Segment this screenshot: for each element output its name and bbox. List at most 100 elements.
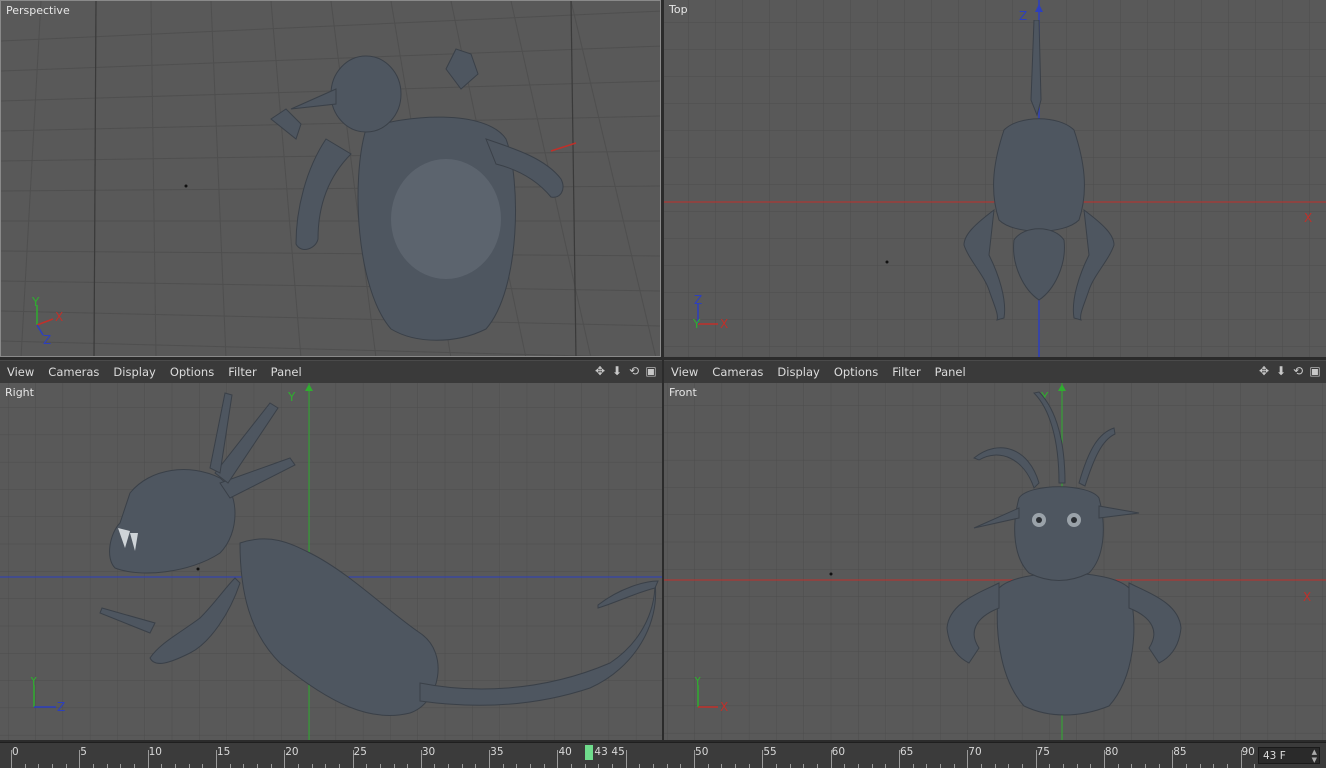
timeline-tick-mark xyxy=(420,750,422,768)
timeline-tick-mark xyxy=(1008,764,1010,768)
down-arrow-icon[interactable]: ⬇ xyxy=(1274,364,1288,378)
menubar-front-view: View Cameras Display Options Filter Pane… xyxy=(664,360,1326,384)
timeline-tick-mark xyxy=(38,764,40,768)
menu-cameras[interactable]: Cameras xyxy=(705,361,770,383)
timeline-tick-label: 15 xyxy=(216,746,231,758)
timeline-tick-mark xyxy=(352,750,354,768)
down-arrow-icon[interactable]: ⬇ xyxy=(610,364,624,378)
timeline-tick-label: 20 xyxy=(285,746,299,758)
timeline[interactable]: 0 5 10 15 20 25 30 35 40 50 55 60 65 70 75 80 85 90 45 43 … xyxy=(0,742,1326,768)
viewport-right[interactable]: Y Y Z Right xyxy=(0,383,662,740)
viewport-perspective[interactable]: Y X Z Perspective xyxy=(0,0,661,357)
spinner-icon[interactable]: ▲ ▼ xyxy=(1312,748,1317,764)
timeline-tick-mark xyxy=(11,750,12,768)
current-frame-value: 43 F xyxy=(1263,750,1286,762)
maximize-icon[interactable]: ▣ xyxy=(1308,364,1322,378)
timeline-tick-mark xyxy=(434,764,436,768)
move-icon[interactable]: ✥ xyxy=(593,364,607,378)
timeline-tick-mark xyxy=(857,764,859,768)
viewport-top[interactable]: Z X Z Y X Top xyxy=(664,0,1326,357)
timeline-tick-mark xyxy=(762,750,764,768)
timeline-tick-label: 10 xyxy=(148,746,162,758)
timeline-tick-mark xyxy=(448,764,450,768)
timeline-tick-mark xyxy=(284,750,286,768)
timeline-tick-label: 70 xyxy=(968,746,982,758)
timeline-tick-label: 65 xyxy=(899,746,914,758)
gizmo-label: Z xyxy=(57,700,65,714)
timeline-tick-mark xyxy=(1199,764,1201,768)
menu-options[interactable]: Options xyxy=(163,361,221,383)
timeline-tick-mark xyxy=(1049,764,1051,768)
timeline-tick-label: 45 xyxy=(611,746,625,758)
timeline-tick-label: 5 xyxy=(80,746,87,758)
timeline-tick-mark xyxy=(475,764,477,768)
menu-filter[interactable]: Filter xyxy=(221,361,263,383)
timeline-tick-mark xyxy=(707,764,709,768)
rotate-icon[interactable]: ⟲ xyxy=(1291,364,1305,378)
timeline-tick-mark xyxy=(939,764,941,768)
gizmo-label: Z xyxy=(694,294,702,307)
maximize-icon[interactable]: ▣ xyxy=(644,364,658,378)
axis-gizmo-perspective: Y X Z xyxy=(31,297,63,347)
gizmo-label: X xyxy=(720,317,728,331)
timeline-tick-mark xyxy=(407,764,409,768)
timeline-tick-label: 25 xyxy=(353,746,367,758)
rotate-icon[interactable]: ⟲ xyxy=(627,364,641,378)
timeline-tick-mark xyxy=(680,764,682,768)
timeline-tick-label: 85 xyxy=(1173,746,1187,758)
timeline-ruler[interactable]: 0 5 10 15 20 25 30 35 40 50 55 60 65 70 75 80 85 90 45 xyxy=(0,743,1256,768)
timeline-tick-mark xyxy=(65,764,67,768)
character-model-top[interactable] xyxy=(959,20,1119,325)
current-frame-field[interactable]: 43 F ▲ ▼ xyxy=(1258,747,1320,764)
gizmo-label: X xyxy=(55,310,63,324)
viewport-label: Front xyxy=(669,386,697,399)
timeline-tick-mark xyxy=(489,750,491,768)
timeline-tick-mark xyxy=(1090,764,1092,768)
timeline-tick-mark xyxy=(871,764,873,768)
menu-options[interactable]: Options xyxy=(827,361,885,383)
timeline-tick-mark xyxy=(243,764,245,768)
character-model[interactable] xyxy=(256,29,586,349)
timeline-tick-mark xyxy=(1172,750,1174,768)
menu-panel[interactable]: Panel xyxy=(264,361,309,383)
timeline-tick-mark xyxy=(994,764,996,768)
timeline-tick-mark xyxy=(721,764,723,768)
move-icon[interactable]: ✥ xyxy=(1257,364,1271,378)
menu-view[interactable]: View xyxy=(664,361,705,383)
timeline-tick-mark xyxy=(598,764,600,768)
menu-filter[interactable]: Filter xyxy=(885,361,927,383)
timeline-tick-label: 80 xyxy=(1104,746,1119,758)
menu-view[interactable]: View xyxy=(0,361,41,383)
menu-display[interactable]: Display xyxy=(106,361,162,383)
menu-cameras[interactable]: Cameras xyxy=(41,361,106,383)
timeline-tick-mark xyxy=(1226,764,1228,768)
viewport-front[interactable]: Y X Y X Front xyxy=(664,383,1326,740)
gizmo-label: Y xyxy=(31,297,40,309)
timeline-tick-label: 50 xyxy=(695,746,709,758)
character-model-side[interactable] xyxy=(90,383,662,738)
timeline-tick-mark xyxy=(625,750,627,768)
axis-x-label: X xyxy=(1304,211,1312,225)
timeline-tick-mark xyxy=(215,750,217,768)
character-model-front[interactable] xyxy=(939,388,1189,718)
viewport-label: Top xyxy=(669,3,688,16)
timeline-tick-mark xyxy=(530,764,532,768)
axis-gizmo-right: Y Z xyxy=(29,677,65,714)
timeline-tick-mark xyxy=(1117,764,1119,768)
playhead[interactable] xyxy=(585,745,594,760)
timeline-tick-mark xyxy=(612,764,614,768)
timeline-tick-mark xyxy=(735,764,737,768)
timeline-tick-mark xyxy=(1062,764,1064,768)
timeline-tick-mark xyxy=(571,764,573,768)
timeline-tick-mark xyxy=(1131,764,1133,768)
timeline-tick-mark xyxy=(748,764,750,768)
timeline-tick-mark xyxy=(1076,764,1078,768)
timeline-tick-mark xyxy=(1103,750,1105,768)
timeline-tick-mark xyxy=(844,764,846,768)
menu-panel[interactable]: Panel xyxy=(928,361,973,383)
timeline-tick-mark xyxy=(461,764,463,768)
timeline-tick-label: 0 xyxy=(12,746,19,758)
timeline-tick-mark xyxy=(653,764,655,768)
menu-display[interactable]: Display xyxy=(770,361,826,383)
timeline-tick-mark xyxy=(256,764,258,768)
